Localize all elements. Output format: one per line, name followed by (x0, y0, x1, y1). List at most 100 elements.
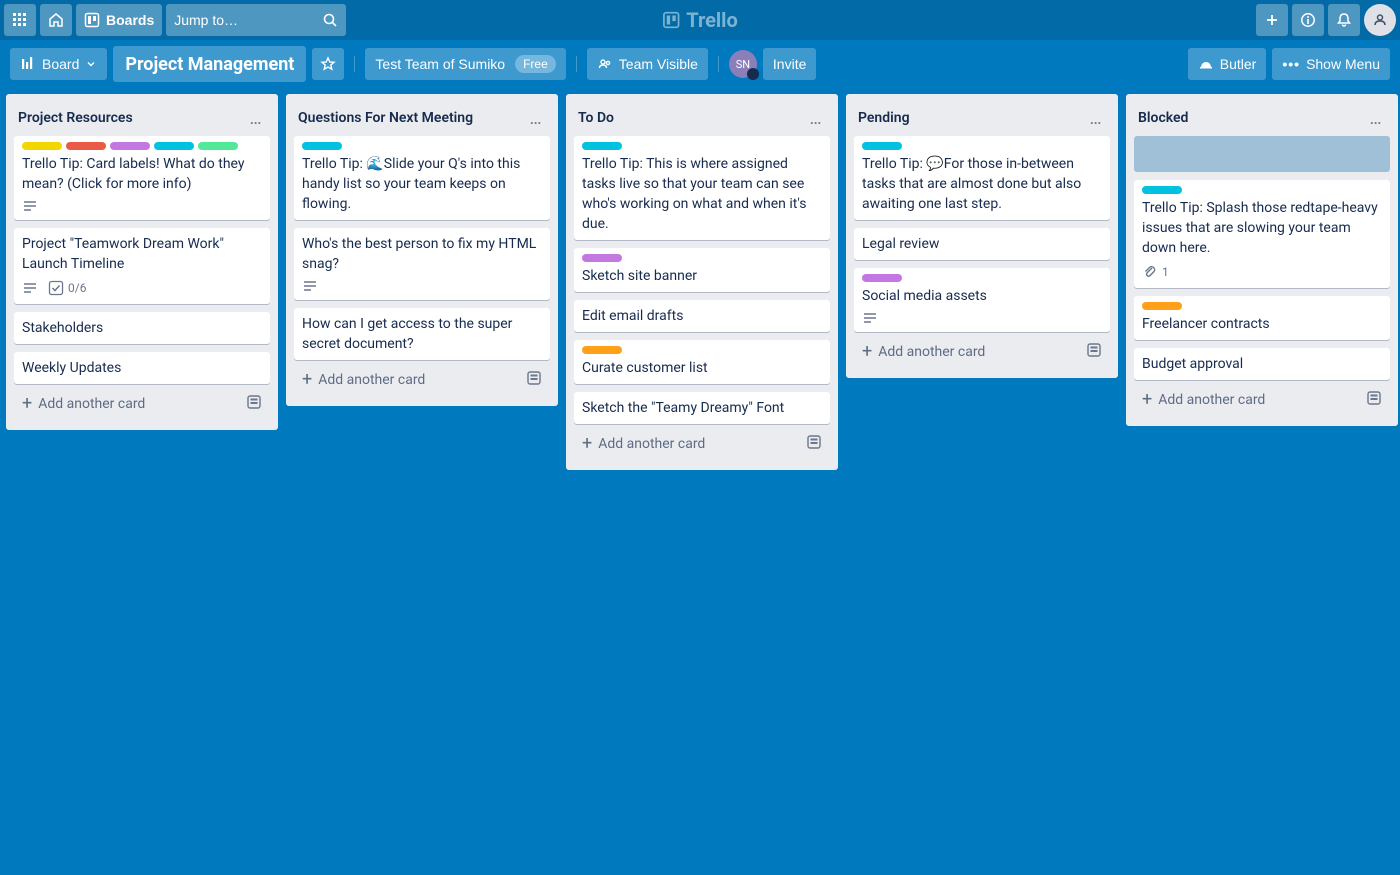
global-header: Boards Trello (0, 0, 1400, 40)
free-badge: Free (515, 55, 556, 73)
visibility-button[interactable]: Team Visible (587, 48, 708, 80)
team-button[interactable]: Test Team of Sumiko Free (365, 48, 565, 80)
label-purple[interactable] (110, 142, 150, 150)
card[interactable]: Trello Tip: 💬For those in-between tasks … (854, 136, 1110, 220)
invite-button[interactable]: Invite (763, 48, 816, 80)
list-title[interactable]: Project Resources (18, 110, 242, 126)
card[interactable]: Sketch site banner (574, 248, 830, 292)
card-title: Budget approval (1142, 354, 1382, 374)
card-template-button[interactable] (246, 394, 262, 414)
list-header: Pending… (846, 94, 1118, 136)
home-button[interactable] (40, 4, 72, 36)
card[interactable]: Project "Teamwork Dream Work" Launch Tim… (14, 228, 270, 304)
brand-text: Trello (686, 8, 738, 32)
card[interactable]: Social media assets (854, 268, 1110, 332)
card-title: Trello Tip: 🌊Slide your Q's into this ha… (302, 154, 542, 214)
account-avatar[interactable] (1364, 4, 1396, 36)
card-placeholder[interactable] (1134, 136, 1390, 172)
visibility-label: Team Visible (619, 56, 698, 72)
card[interactable]: Curate customer list (574, 340, 830, 384)
add-card-button[interactable]: +Add another card (574, 426, 830, 462)
label-purple[interactable] (862, 274, 902, 282)
card[interactable]: Edit email drafts (574, 300, 830, 332)
member-avatar[interactable]: SN (729, 50, 757, 78)
board-canvas[interactable]: Project Resources…Trello Tip: Card label… (0, 88, 1400, 875)
card[interactable]: Trello Tip: Splash those redtape-heavy i… (1134, 180, 1390, 288)
label-orange[interactable] (582, 346, 622, 354)
boards-button[interactable]: Boards (76, 4, 162, 36)
user-icon (1372, 12, 1388, 28)
card[interactable]: Who's the best person to fix my HTML sna… (294, 228, 550, 300)
add-card-label: Add another card (878, 344, 985, 360)
label-yellow[interactable] (22, 142, 62, 150)
list-menu-button[interactable]: … (242, 104, 270, 132)
board-view-switcher[interactable]: Board (10, 48, 107, 80)
list-cards: Trello Tip: Splash those redtape-heavy i… (1126, 136, 1398, 380)
label-sky[interactable] (302, 142, 342, 150)
add-card-button[interactable]: +Add another card (294, 362, 550, 398)
info-button[interactable] (1292, 4, 1324, 36)
plus-icon (1264, 12, 1280, 28)
star-icon (320, 56, 336, 72)
card[interactable]: Legal review (854, 228, 1110, 260)
label-orange[interactable] (1142, 302, 1182, 310)
ellipsis-icon: ••• (1282, 56, 1300, 72)
list-title[interactable]: Questions For Next Meeting (298, 110, 522, 126)
card[interactable]: Weekly Updates (14, 352, 270, 384)
chevron-down-icon (85, 56, 97, 72)
card[interactable]: Trello Tip: This is where assigned tasks… (574, 136, 830, 240)
card-template-button[interactable] (1366, 390, 1382, 410)
butler-button[interactable]: Butler (1188, 48, 1267, 80)
list-menu-button[interactable]: … (1362, 104, 1390, 132)
card-template-button[interactable] (526, 370, 542, 390)
description-badge (862, 310, 878, 326)
divider (354, 56, 355, 72)
card-title: Trello Tip: Splash those redtape-heavy i… (1142, 198, 1382, 258)
label-sky[interactable] (582, 142, 622, 150)
card-title: Stakeholders (22, 318, 262, 338)
card-title: Trello Tip: Card labels! What do they me… (22, 154, 262, 194)
card[interactable]: Freelancer contracts (1134, 296, 1390, 340)
label-red[interactable] (66, 142, 106, 150)
card[interactable]: How can I get access to the super secret… (294, 308, 550, 360)
card-template-button[interactable] (1086, 342, 1102, 362)
card-labels (862, 274, 1102, 282)
label-purple[interactable] (582, 254, 622, 262)
list-menu-button[interactable]: … (522, 104, 550, 132)
add-card-button[interactable]: +Add another card (1134, 382, 1390, 418)
brand-logo[interactable]: Trello (662, 8, 738, 32)
divider (576, 56, 577, 72)
card[interactable]: Budget approval (1134, 348, 1390, 380)
card[interactable]: Trello Tip: Card labels! What do they me… (14, 136, 270, 220)
add-card-button[interactable]: +Add another card (854, 334, 1110, 370)
card-badges (862, 310, 1102, 326)
create-button[interactable] (1256, 4, 1288, 36)
list-menu-button[interactable]: … (1082, 104, 1110, 132)
card[interactable]: Stakeholders (14, 312, 270, 344)
list: Pending…Trello Tip: 💬For those in-betwee… (846, 94, 1118, 378)
description-badge (22, 198, 38, 214)
plus-icon: + (582, 437, 592, 451)
notifications-button[interactable] (1328, 4, 1360, 36)
card[interactable]: Sketch the "Teamy Dreamy" Font (574, 392, 830, 424)
label-sky[interactable] (1142, 186, 1182, 194)
show-menu-button[interactable]: ••• Show Menu (1272, 48, 1390, 80)
search-box[interactable] (166, 4, 346, 36)
card-title: Sketch the "Teamy Dreamy" Font (582, 398, 822, 418)
label-lime[interactable] (198, 142, 238, 150)
board-title[interactable]: Project Management (113, 46, 306, 82)
list-menu-button[interactable]: … (802, 104, 830, 132)
list-title[interactable]: Blocked (1138, 110, 1362, 126)
apps-button[interactable] (4, 4, 36, 36)
list-header: Project Resources… (6, 94, 278, 136)
card-template-button[interactable] (806, 434, 822, 454)
list: Questions For Next Meeting… Trello Tip: 🌊… (286, 94, 558, 406)
star-button[interactable] (312, 48, 344, 80)
label-sky[interactable] (862, 142, 902, 150)
add-card-button[interactable]: +Add another card (14, 386, 270, 422)
list-title[interactable]: To Do (578, 110, 802, 126)
card[interactable]: Trello Tip: 🌊Slide your Q's into this ha… (294, 136, 550, 220)
list-title[interactable]: Pending (858, 110, 1082, 126)
bell-icon (1336, 12, 1352, 28)
label-sky[interactable] (154, 142, 194, 150)
